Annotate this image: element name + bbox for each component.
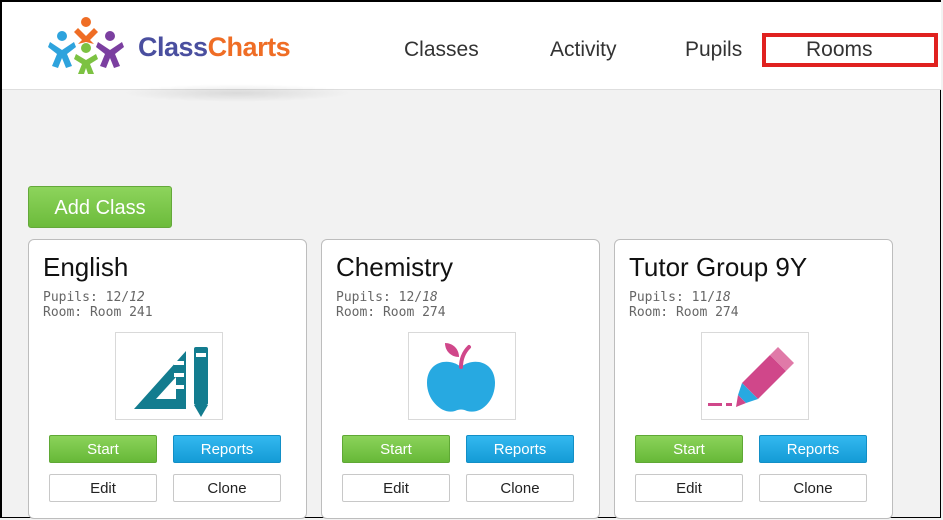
highlighter-icon: [708, 347, 794, 407]
class-icon-frame[interactable]: [408, 332, 516, 420]
logo-text-charts: Charts: [207, 32, 291, 62]
class-card-english: English Pupils: 12/12 Room: Room 241 Sta…: [28, 239, 307, 519]
edit-button[interactable]: Edit: [49, 474, 157, 502]
class-icon-frame[interactable]: [701, 332, 809, 420]
logo-shadow: [122, 84, 352, 102]
class-meta: Pupils: 12/18 Room: Room 274: [336, 290, 446, 320]
class-title: Chemistry: [336, 252, 454, 282]
apple-icon: [427, 343, 495, 412]
pupils-count: Pupils: 12/12: [43, 290, 145, 305]
clone-button[interactable]: Clone: [173, 474, 281, 502]
nav-item-pupils[interactable]: Pupils: [685, 38, 742, 62]
reports-button[interactable]: Reports: [466, 435, 574, 463]
nav-item-classes[interactable]: Classes: [404, 38, 479, 62]
add-class-button[interactable]: Add Class: [28, 186, 172, 228]
class-meta: Pupils: 11/18 Room: Room 274: [629, 290, 739, 320]
reports-button[interactable]: Reports: [173, 435, 281, 463]
rooms-highlight-box: [762, 33, 938, 67]
reports-button[interactable]: Reports: [759, 435, 867, 463]
clone-button[interactable]: Clone: [759, 474, 867, 502]
class-card-chemistry: Chemistry Pupils: 12/18 Room: Room 274 S…: [321, 239, 600, 519]
edit-button[interactable]: Edit: [342, 474, 450, 502]
logo-wordmark: ClassCharts: [138, 32, 291, 63]
start-button[interactable]: Start: [635, 435, 743, 463]
edit-button[interactable]: Edit: [635, 474, 743, 502]
room-info: Room: Room 241: [43, 305, 153, 320]
start-button[interactable]: Start: [342, 435, 450, 463]
logo-text-class: Class: [138, 32, 208, 62]
pupils-count: Pupils: 12/18: [336, 290, 438, 305]
class-title: English: [43, 252, 129, 282]
start-button[interactable]: Start: [49, 435, 157, 463]
class-icon-frame[interactable]: [115, 332, 223, 420]
clone-button[interactable]: Clone: [466, 474, 574, 502]
top-navigation-bar: ClassCharts Classes Activity Pupils Room…: [2, 2, 941, 102]
pupils-count: Pupils: 11/18: [629, 290, 731, 305]
room-info: Room: Room 274: [629, 305, 739, 320]
class-title: Tutor Group 9Y: [629, 252, 808, 282]
room-info: Room: Room 274: [336, 305, 446, 320]
ruler-pencil-icon: [134, 347, 208, 417]
classcharts-logo[interactable]: ClassCharts: [40, 14, 352, 102]
class-card-tutor-group-9y: Tutor Group 9Y Pupils: 11/18 Room: Room …: [614, 239, 893, 519]
logo-people-icon: [48, 17, 124, 74]
class-meta: Pupils: 12/12 Room: Room 241: [43, 290, 153, 320]
nav-item-activity[interactable]: Activity: [550, 38, 617, 62]
